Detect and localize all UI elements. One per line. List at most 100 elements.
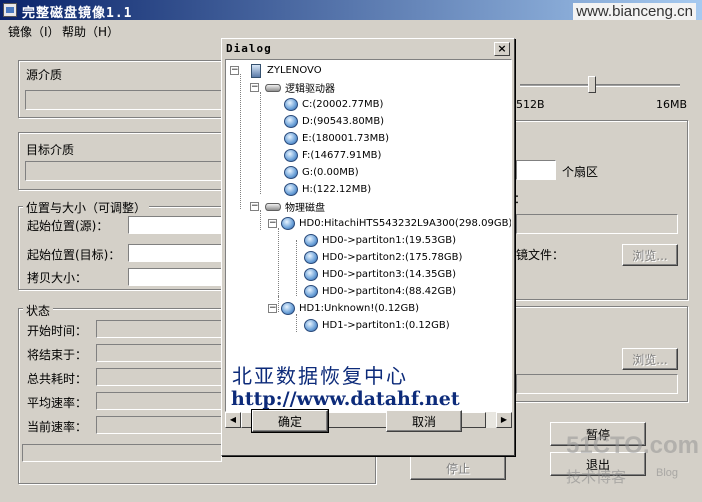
- progress-bar: [22, 444, 222, 462]
- collapse-icon[interactable]: −: [250, 202, 259, 211]
- avg-rate-value: [96, 392, 224, 410]
- tree-label-drive: F:(14677.91MB): [302, 150, 382, 161]
- menu-image[interactable]: 镜像（I）: [8, 23, 60, 40]
- disk-icon: [284, 98, 298, 111]
- slider-max-label: 16MB: [656, 98, 688, 111]
- window-title: 完整磁盘镜像1.1: [22, 6, 133, 21]
- collapse-icon[interactable]: −: [230, 66, 239, 75]
- tree-line: [260, 92, 261, 194]
- watermark-text: www.bianceng.cn: [573, 3, 696, 20]
- elapsed-value: [96, 368, 224, 386]
- disk-icon: [281, 217, 295, 230]
- tree-node-physical[interactable]: − 物理磁盘: [250, 198, 325, 215]
- tree-node-logical[interactable]: − 逻辑驱动器: [250, 79, 335, 96]
- tree-line: [296, 240, 297, 296]
- disk-icon: [304, 234, 318, 247]
- disk-icon: [284, 115, 298, 128]
- dialog-title: Dialog: [226, 42, 272, 55]
- menu-help[interactable]: 帮助（H）: [62, 23, 119, 40]
- tree-node-drive[interactable]: H:(122.12MB): [284, 181, 371, 198]
- end-time-value: [96, 344, 224, 362]
- tree-node-drive[interactable]: E:(180001.73MB): [284, 130, 389, 147]
- tree-label-drive: C:(20002.77MB): [302, 99, 384, 110]
- stop-button[interactable]: 停止: [410, 456, 506, 480]
- disk-icon: [284, 183, 298, 196]
- target-group-title: 目标介质: [23, 141, 78, 158]
- start-time-label: 开始时间：: [27, 324, 88, 338]
- sector-label: 个扇区: [562, 165, 599, 179]
- watermark-51cto-logo: 51CTO.com: [566, 432, 699, 459]
- tree-node-partition[interactable]: HD1->partiton1:(0.12GB): [304, 317, 450, 334]
- block-size-slider-thumb[interactable]: [588, 76, 596, 93]
- tree-label-hd1: HD1:Unknown!(0.12GB): [299, 303, 420, 314]
- menu-bar: 镜像（I） 帮助（H）: [0, 20, 702, 40]
- tree-node-partition[interactable]: HD0->partiton1:(19.53GB): [304, 232, 456, 249]
- start-dst-label: 起始位置(目标)：: [27, 248, 121, 262]
- overlay-company-name: 北亚数据恢复中心: [232, 364, 408, 388]
- disk-icon: [281, 302, 295, 315]
- cancel-button[interactable]: 取消: [386, 410, 462, 432]
- copy-size-input[interactable]: [128, 268, 224, 286]
- tree-label-partition: HD0->partiton4:(88.42GB): [322, 286, 457, 297]
- path-field-bottom[interactable]: [516, 374, 678, 394]
- collapse-icon[interactable]: −: [268, 304, 277, 313]
- tree-label-partition: HD0->partiton3:(14.35GB): [322, 269, 457, 280]
- position-group-title: 位置与大小（可调整）: [23, 199, 150, 216]
- tree-line: [240, 74, 241, 209]
- block-size-slider-track: [520, 84, 680, 87]
- dialog-title-bar: Dialog ×: [224, 41, 512, 58]
- ok-button[interactable]: 确定: [251, 409, 329, 433]
- tree-node-hd0[interactable]: − HD0:HitachiHTS543232L9A300(298.09GB): [268, 215, 511, 232]
- scroll-left-icon[interactable]: ◀: [225, 412, 241, 428]
- start-dst-input[interactable]: [128, 244, 224, 262]
- tree-label-partition: HD1->partiton1:(0.12GB): [322, 320, 450, 331]
- cur-rate-value: [96, 416, 224, 434]
- disk-icon: [284, 149, 298, 162]
- tree-node-drive[interactable]: F:(14677.91MB): [284, 147, 381, 164]
- tree-label-drive: D:(90543.80MB): [302, 116, 385, 127]
- disk-icon: [304, 319, 318, 332]
- tree-node-partition[interactable]: HD0->partiton3:(14.35GB): [304, 266, 456, 283]
- punct-mark: ：: [514, 192, 527, 206]
- tree-label-drive: G:(0.00MB): [302, 167, 359, 178]
- tree-node-drive[interactable]: C:(20002.77MB): [284, 96, 383, 113]
- end-time-label: 将结束于：: [27, 348, 88, 362]
- tree-label-partition: HD0->partiton2:(175.78GB): [322, 252, 463, 263]
- browse-button-bottom[interactable]: 浏览...: [622, 348, 678, 370]
- tree-label-physical: 物理磁盘: [285, 203, 325, 214]
- tree-node-drive[interactable]: D:(90543.80MB): [284, 113, 384, 130]
- start-time-value: [96, 320, 224, 338]
- drive-icon: [265, 83, 281, 92]
- tree-line: [278, 228, 279, 296]
- disk-icon: [304, 285, 318, 298]
- close-icon[interactable]: ×: [494, 42, 510, 56]
- source-field[interactable]: [25, 90, 225, 110]
- tree-node-hd1[interactable]: − HD1:Unknown!(0.12GB): [268, 300, 419, 317]
- tree-label-partition: HD0->partiton1:(19.53GB): [322, 235, 457, 246]
- target-field[interactable]: [25, 161, 225, 181]
- slider-min-label: 512B: [516, 98, 545, 111]
- elapsed-label: 总共耗时：: [27, 372, 88, 386]
- cur-rate-label: 当前速率：: [27, 420, 88, 434]
- tree-node-root[interactable]: − ZYLENOVO: [230, 62, 322, 79]
- start-src-input[interactable]: [128, 216, 224, 234]
- collapse-icon[interactable]: −: [250, 83, 259, 92]
- app-icon: [3, 3, 17, 17]
- start-src-label: 起始位置(源)：: [27, 219, 109, 233]
- scroll-right-icon[interactable]: ▶: [496, 412, 512, 428]
- collapse-icon[interactable]: −: [268, 219, 277, 228]
- path-field-top[interactable]: [516, 214, 678, 234]
- watermark-blog-en: Blog: [656, 467, 679, 479]
- computer-icon: [251, 63, 261, 78]
- avg-rate-label: 平均速率：: [27, 396, 88, 410]
- sector-count-input[interactable]: [516, 160, 556, 180]
- image-file-label: 镜文件：: [516, 248, 565, 262]
- browse-button-top[interactable]: 浏览...: [622, 244, 678, 266]
- copy-size-label: 拷贝大小：: [27, 271, 88, 285]
- tree-node-drive[interactable]: G:(0.00MB): [284, 164, 359, 181]
- overlay-url: http://www.datahf.net: [231, 388, 460, 410]
- tree-node-partition[interactable]: HD0->partiton4:(88.42GB): [304, 283, 456, 300]
- status-group-title: 状态: [23, 302, 54, 319]
- drive-icon: [265, 202, 281, 211]
- tree-node-partition[interactable]: HD0->partiton2:(175.78GB): [304, 249, 462, 266]
